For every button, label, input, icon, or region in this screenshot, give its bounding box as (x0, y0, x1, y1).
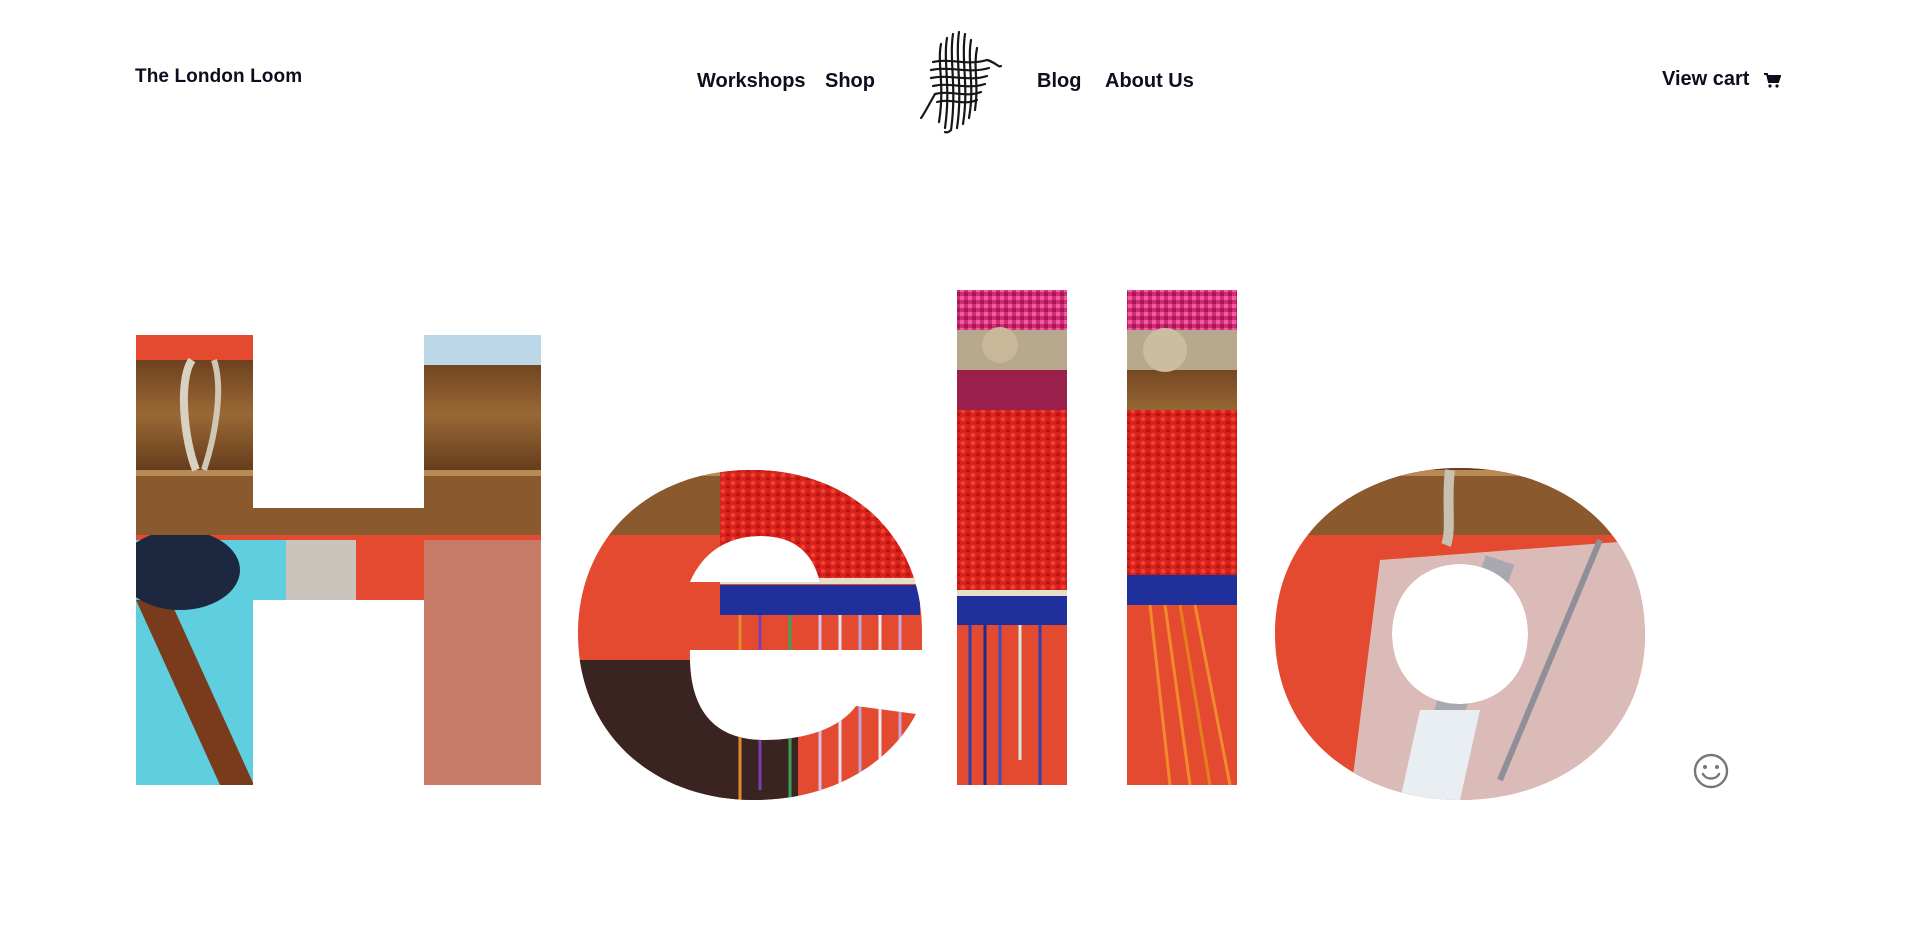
smiley-icon[interactable] (1692, 752, 1730, 790)
smiley-icon-graphic (1693, 753, 1729, 789)
page: The London Loom Workshops Shop Blog Abou… (0, 0, 1924, 944)
hero (0, 0, 1924, 944)
hello-headline-graphic (136, 290, 1645, 800)
